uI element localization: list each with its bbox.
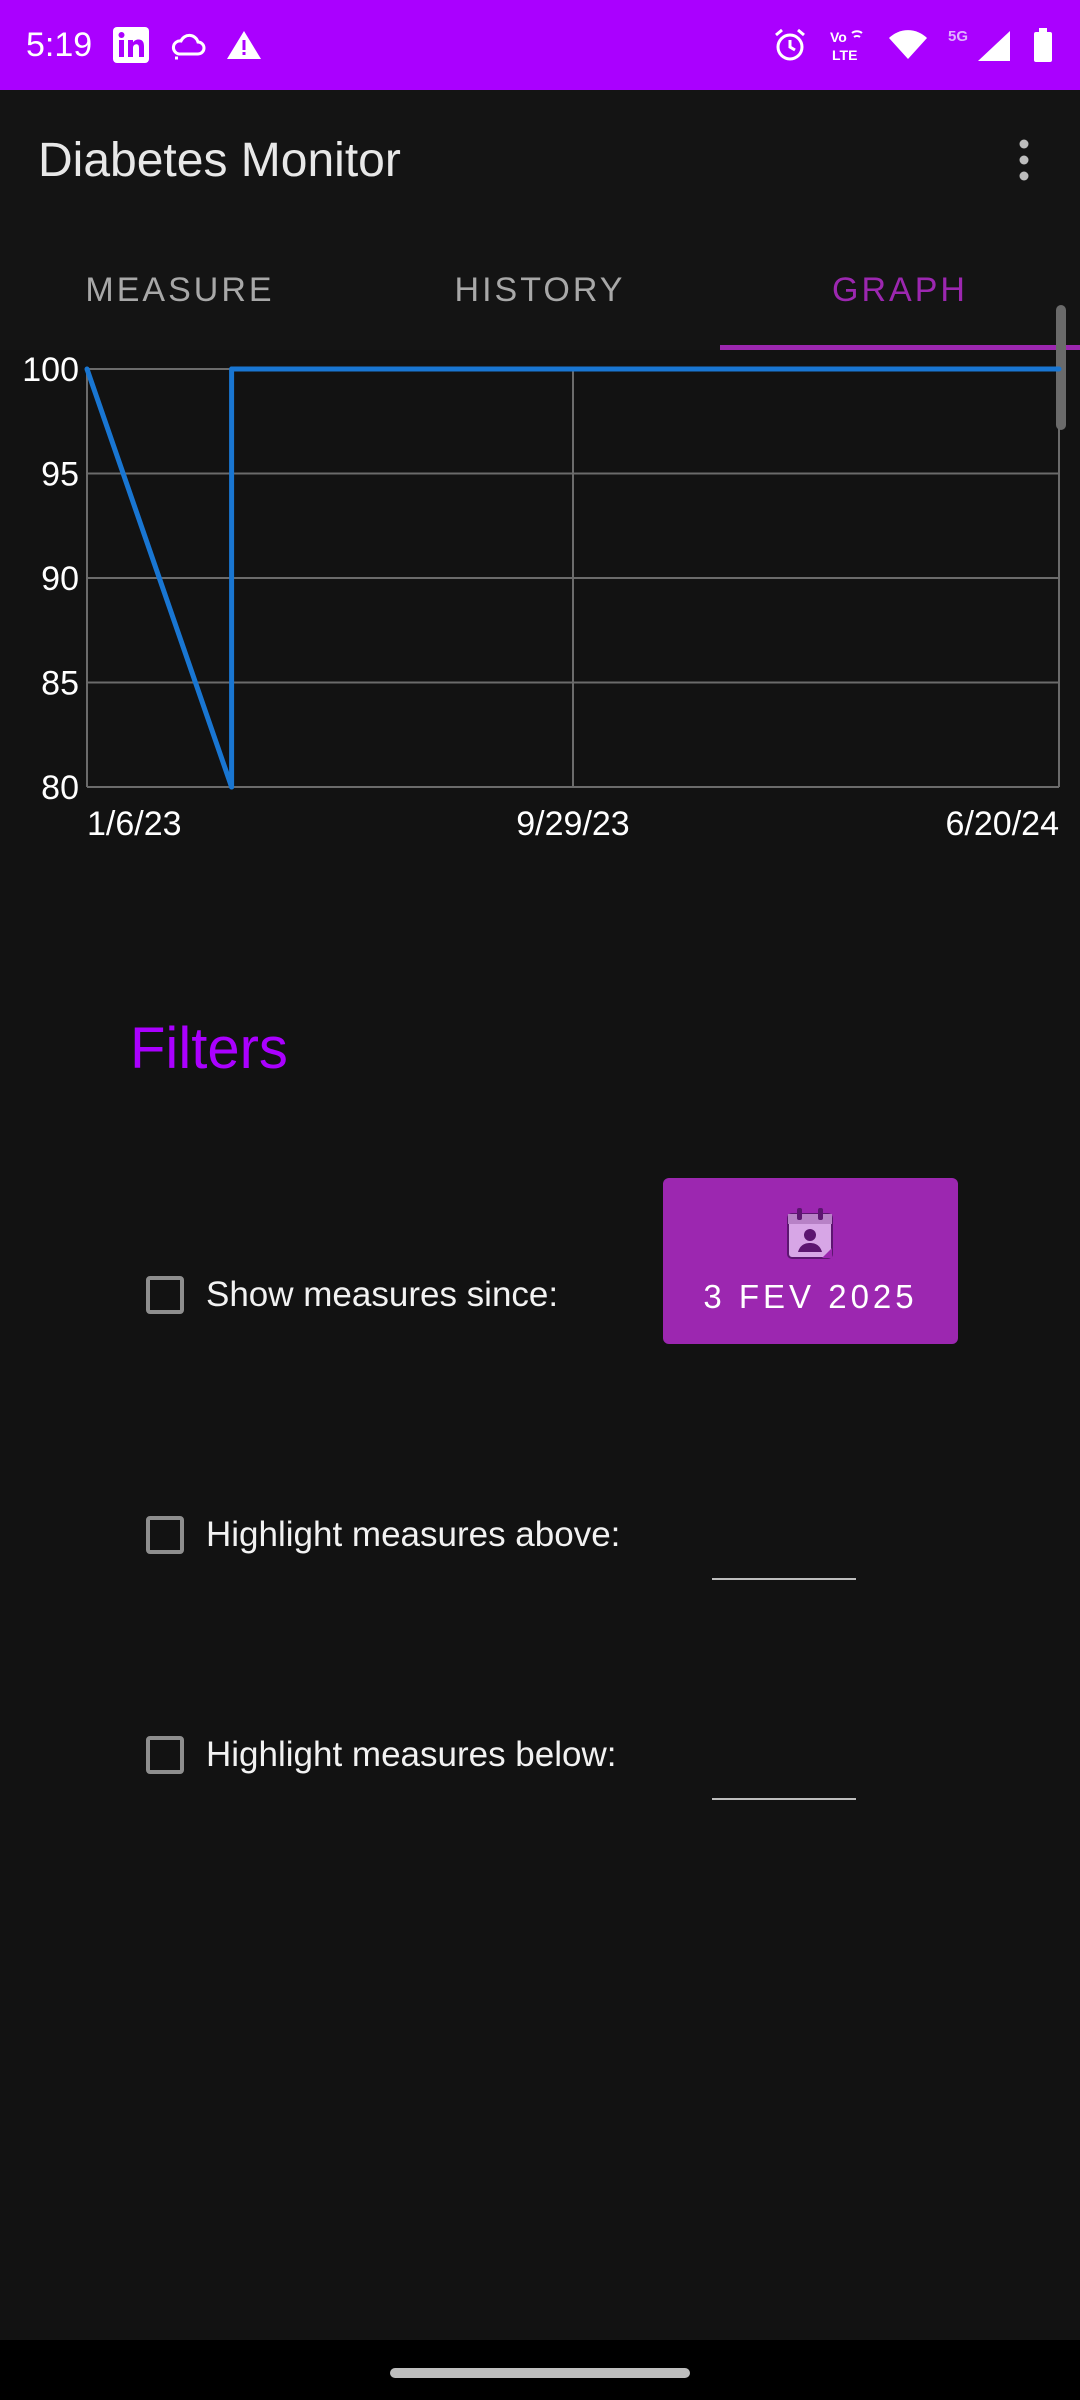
app-bar: Diabetes Monitor [0, 90, 1080, 230]
highlight-below-input[interactable] [712, 1750, 856, 1800]
data-point [1056, 366, 1062, 372]
x-tick-label: 1/6/23 [87, 805, 182, 843]
battery-icon [1032, 27, 1054, 63]
highlight-above-row: Highlight measures above: [146, 1515, 620, 1555]
glucose-line-chart: 100 95 90 85 801/6/23 9/29/23 6/20/24 [22, 351, 1062, 843]
tab-measure[interactable]: MEASURE [0, 230, 360, 350]
data-point [229, 366, 235, 372]
y-tick-label: 85 [41, 665, 79, 703]
linkedin-icon [112, 26, 150, 64]
status-time: 5:19 [26, 25, 93, 64]
volte-icon: Vo LTE [828, 27, 868, 63]
tab-bar: MEASURE HISTORY GRAPH [0, 230, 1080, 350]
home-gesture-handle[interactable] [390, 2368, 690, 2378]
highlight-below-checkbox[interactable] [146, 1736, 184, 1774]
wifi-icon [888, 29, 928, 61]
filters-title: Filters [130, 1016, 288, 1081]
app-title: Diabetes Monitor [38, 133, 401, 187]
svg-text:LTE: LTE [832, 47, 857, 63]
signal-5g-icon: 5G [948, 27, 1012, 63]
highlight-above-label: Highlight measures above: [206, 1515, 621, 1554]
y-tick-label: 100 [22, 351, 79, 389]
svg-text:5G: 5G [948, 28, 968, 45]
calendar-icon [786, 1208, 833, 1259]
x-tick-label: 9/29/23 [516, 805, 629, 843]
more-vert-icon [1019, 139, 1029, 181]
show-since-row: Show measures since: [146, 1275, 558, 1315]
cloud-icon [170, 30, 206, 60]
highlight-below-row: Highlight measures below: [146, 1735, 616, 1775]
overflow-menu-button[interactable] [994, 120, 1054, 200]
x-tick-label: 6/20/24 [946, 805, 1059, 843]
warning-icon [226, 29, 262, 61]
y-tick-label: 80 [41, 769, 79, 807]
svg-text:Vo: Vo [830, 29, 847, 45]
show-since-checkbox[interactable] [146, 1276, 184, 1314]
alarm-icon [772, 27, 808, 63]
status-left: 5:19 [26, 26, 262, 65]
tab-graph[interactable]: GRAPH [720, 230, 1080, 350]
date-button-label: 3 FEV 2025 [703, 1278, 918, 1315]
y-tick-label: 95 [41, 456, 79, 494]
y-tick-label: 90 [41, 560, 79, 598]
highlight-above-checkbox[interactable] [146, 1516, 184, 1554]
highlight-below-label: Highlight measures below: [206, 1735, 617, 1774]
tab-history[interactable]: HISTORY [360, 230, 720, 350]
status-bar: 5:19 Vo LTE 5G [0, 0, 1080, 90]
date-picker-button[interactable]: 3 FEV 2025 [663, 1178, 958, 1344]
show-since-label: Show measures since: [206, 1275, 559, 1314]
status-right: Vo LTE 5G [772, 27, 1054, 63]
highlight-above-input[interactable] [712, 1530, 856, 1580]
data-point [229, 784, 235, 790]
data-point [84, 366, 90, 372]
